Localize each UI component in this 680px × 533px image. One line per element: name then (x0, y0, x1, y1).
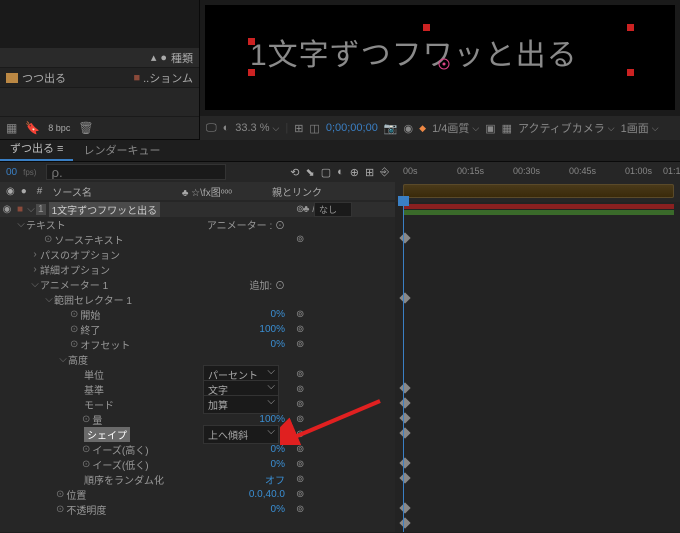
view-dropdown[interactable]: 1画面 (621, 120, 659, 136)
shape-property[interactable]: シェイプ (84, 427, 130, 442)
keyframe-icon[interactable] (399, 427, 410, 438)
project-item-name: つつ出る (22, 70, 66, 86)
composition-canvas[interactable]: 1文字ずつフワッと出る (205, 5, 675, 110)
keyframe-icon[interactable] (399, 232, 410, 243)
col-source-name[interactable]: ソース名 (52, 184, 92, 199)
shape-dropdown[interactable]: 上へ傾斜 (203, 425, 279, 444)
add-button[interactable]: 追加: ⊙ (249, 277, 285, 292)
stopwatch-icon[interactable]: ⊙ (44, 234, 52, 245)
grid-icon[interactable]: ◫ (309, 122, 319, 135)
mode-dropdown[interactable]: 加算 (203, 395, 279, 414)
viewer-panel: 1文字ずつフワッと出る 🖵 ◐ 33.3 % | ⊞ ◫ 0;00;00;00 … (200, 0, 680, 140)
trash-icon[interactable]: 🗑 (78, 121, 93, 135)
visibility-icon[interactable]: ◉ (6, 186, 15, 197)
stopwatch-icon[interactable]: ⊙ (56, 504, 64, 515)
tab-composition[interactable]: ずつ出る ≡ (0, 137, 73, 161)
project-item[interactable]: つつ出る ■ ..ションム (0, 68, 199, 88)
transparency-icon[interactable]: ▦ (502, 122, 512, 135)
stopwatch-icon[interactable]: ⊙ (70, 309, 78, 320)
twirl-icon[interactable]: ⌵ (26, 204, 36, 215)
label-icon[interactable]: ● (160, 52, 167, 64)
column-type-header: 種類 (171, 50, 193, 66)
project-panel: ▴ ● 種類 つつ出る ■ ..ションム ▦ 🔖 8 bpc 🗑 (0, 0, 200, 140)
keyframe-icon[interactable] (399, 517, 410, 528)
fx-icon[interactable]: ⊕ (350, 166, 359, 179)
preview-text[interactable]: 1文字ずつフワッと出る (250, 30, 630, 74)
aperture-icon[interactable]: ◉ (404, 122, 414, 135)
camera-dropdown[interactable]: アクティブカメラ (518, 120, 615, 136)
project-footer-toolbar: ▦ 🔖 8 bpc 🗑 (0, 116, 199, 139)
col-switches: ♣ ☆\fx图ᵒᵒᵒ (182, 184, 232, 199)
folder-icon (6, 73, 18, 83)
keyframe-icon[interactable] (399, 292, 410, 303)
stopwatch-icon[interactable]: ⊙ (82, 414, 90, 425)
parent-dropdown[interactable]: なし (314, 202, 352, 217)
col-parent: 親とリンク (272, 184, 322, 199)
viewer-toolbar: 🖵 ◐ 33.3 % | ⊞ ◫ 0;00;00;00 📷 ◉ ◆ 1/4画質 … (200, 116, 680, 140)
monitor-icon[interactable]: 🖵 (206, 122, 217, 135)
stopwatch-icon[interactable]: ⊙ (82, 444, 90, 455)
property-panel: ◉ ■ ⌵ 1 1文字ずつフワッと出る ♣ / ⊚ なし ⌵テキストアニメーター… (0, 202, 395, 532)
region-icon[interactable]: ▣ (485, 122, 495, 135)
keyframe-icon[interactable] (399, 397, 410, 408)
timeline-track-area[interactable] (395, 202, 680, 532)
hide-icon[interactable]: ▴ (151, 51, 157, 64)
project-item-type: ..ションム (143, 70, 193, 86)
layer-name[interactable]: 1文字ずつフワッと出る (49, 202, 161, 217)
res-icon[interactable]: ⊞ (294, 122, 303, 135)
link-icon[interactable]: ⎆ (380, 166, 389, 179)
viewer-timecode[interactable]: 0;00;00;00 (326, 122, 378, 134)
zoom-dropdown[interactable]: 33.3 % (235, 122, 279, 134)
time-ruler[interactable]: 00s 00:15s 00:30s 00:45s 01:00s 01:15 (395, 162, 680, 182)
keyframe-icon[interactable] (399, 412, 410, 423)
keyframe-icon[interactable] (399, 457, 410, 468)
keyframe-icon[interactable] (399, 502, 410, 513)
box-icon[interactable]: ▢ (321, 166, 331, 179)
work-area-bar[interactable] (403, 184, 674, 198)
stopwatch-icon[interactable]: ⊙ (82, 459, 90, 470)
channel-icon[interactable]: ◆ (419, 123, 426, 134)
stopwatch-icon[interactable]: ⊙ (70, 339, 78, 350)
shy-icon[interactable]: ⬊ (305, 166, 314, 179)
mask-icon[interactable]: ◐ (223, 122, 230, 134)
col-number: # (37, 186, 43, 197)
tag-icon[interactable]: 🔖 (25, 121, 40, 135)
tab-render-queue[interactable]: レンダーキュー (73, 139, 170, 161)
bpc-label[interactable]: 8 bpc (48, 123, 70, 133)
randomize-value[interactable]: オフ (265, 472, 285, 487)
timeline-search-input[interactable] (46, 164, 226, 180)
stopwatch-icon[interactable]: ⊙ (56, 489, 64, 500)
keyframe-icon[interactable] (399, 382, 410, 393)
timeline-timecode[interactable]: 00 (6, 167, 17, 178)
project-header: ▴ ● 種類 (0, 48, 199, 68)
keyframe-icon[interactable] (399, 472, 410, 483)
stopwatch-icon[interactable]: ⊙ (70, 324, 78, 335)
draft-icon[interactable]: ⟲ (290, 166, 299, 179)
pixel-icon[interactable]: ▦ (6, 121, 17, 135)
timeline-tabs: ずつ出る ≡ レンダーキュー (0, 140, 680, 162)
graph-icon[interactable]: ⊞ (365, 166, 374, 179)
snapshot-icon[interactable]: 📷 (384, 122, 398, 135)
blur-icon[interactable]: ◐ (337, 166, 344, 178)
animator-button[interactable]: アニメーター : ⊙ (207, 217, 285, 232)
quality-dropdown[interactable]: 1/4画質 (432, 120, 479, 136)
playhead[interactable] (403, 202, 404, 532)
